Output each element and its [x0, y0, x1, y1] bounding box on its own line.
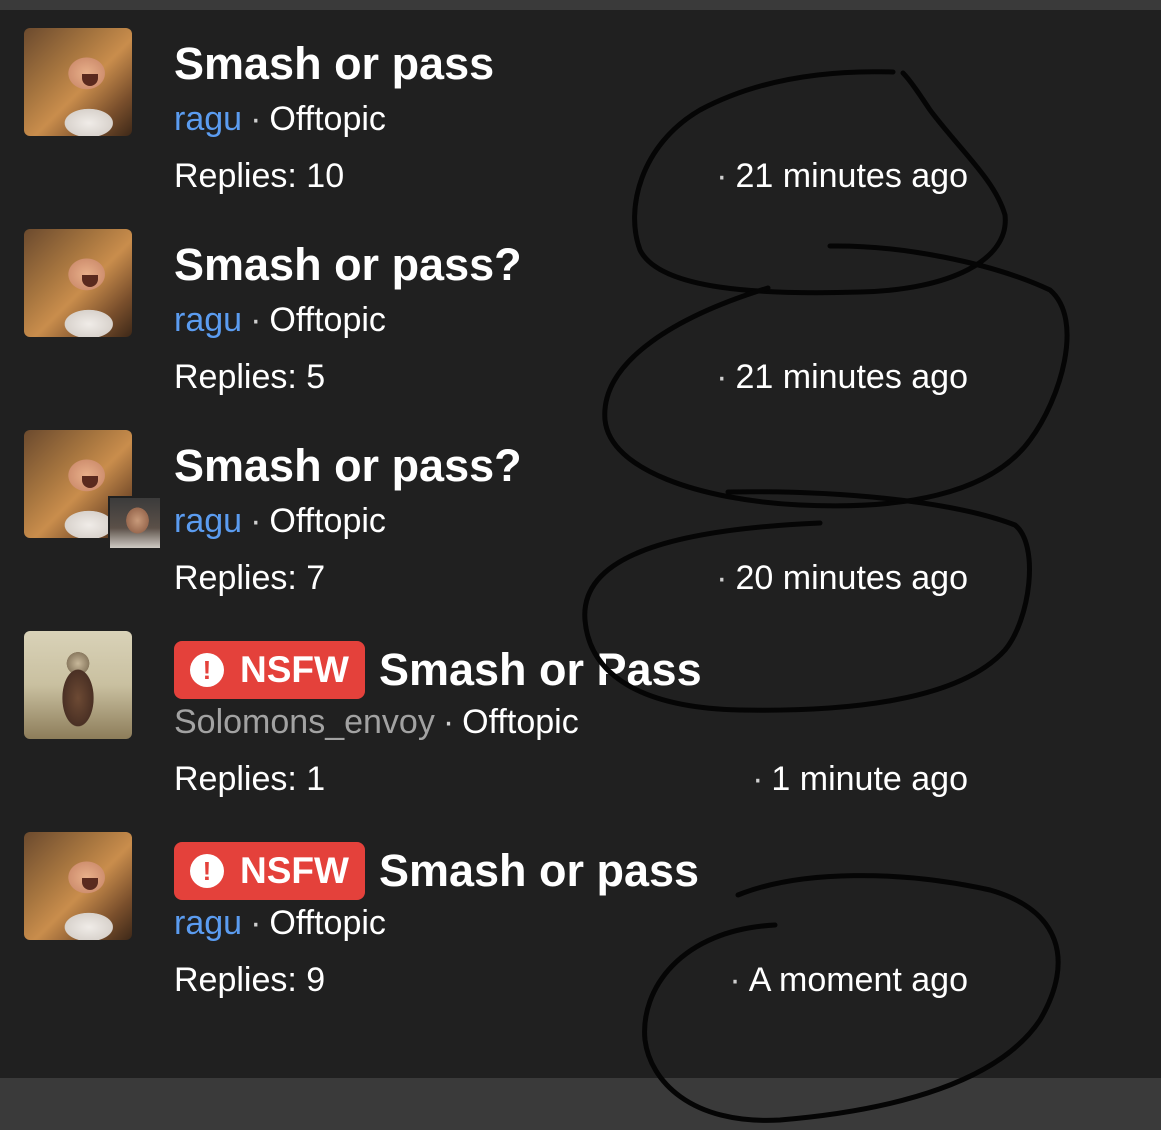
timestamp: · A moment ago — [729, 959, 968, 1001]
thread-title[interactable]: Smash or Pass — [379, 644, 702, 696]
replies-count: Replies: 7 — [174, 559, 326, 597]
avatar[interactable] — [24, 832, 132, 940]
thread-list-screen: Smash or pass ragu · Offtopic Replies: 10 … — [0, 0, 1161, 1130]
author-link[interactable]: ragu — [174, 100, 242, 138]
thread-item[interactable]: ! NSFW Smash or pass ragu · Offtopic Replie… — [0, 804, 1161, 1004]
thread-title-row[interactable]: Smash or pass? — [174, 239, 522, 291]
avatar[interactable] — [24, 28, 132, 136]
thread-meta: ragu · Offtopic — [174, 299, 386, 341]
time-text: 21 minutes ago — [735, 157, 969, 195]
time-separator: · — [752, 760, 764, 798]
time-separator: · — [729, 961, 741, 999]
nsfw-label: NSFW — [240, 649, 349, 690]
thread-title[interactable]: Smash or pass — [379, 845, 699, 897]
participant-avatar[interactable] — [108, 496, 162, 550]
category-link[interactable]: Offtopic — [269, 100, 386, 138]
timestamp: · 21 minutes ago — [716, 356, 968, 398]
thread-title[interactable]: Smash or pass — [174, 38, 494, 90]
nsfw-label: NSFW — [240, 850, 349, 891]
thread-title-row[interactable]: Smash or pass? — [174, 440, 522, 492]
meta-separator: · — [250, 301, 262, 339]
avatar[interactable] — [24, 229, 132, 337]
author-link[interactable]: ragu — [174, 904, 242, 942]
exclamation-icon: ! — [190, 653, 224, 687]
time-text: 20 minutes ago — [735, 559, 969, 597]
timestamp: · 20 minutes ago — [716, 557, 968, 599]
thread-meta: Solomons_envoy · Offtopic — [174, 701, 579, 743]
thread-meta: ragu · Offtopic — [174, 902, 386, 944]
avatar[interactable] — [24, 631, 132, 739]
replies-count: Replies: 1 — [174, 760, 326, 798]
time-separator: · — [716, 559, 728, 597]
category-link[interactable]: Offtopic — [269, 301, 386, 339]
author-link[interactable]: ragu — [174, 301, 242, 339]
thread-title[interactable]: Smash or pass? — [174, 239, 522, 291]
thread-title-row[interactable]: ! NSFW Smash or pass — [174, 842, 699, 900]
meta-separator: · — [250, 100, 262, 138]
thread-item[interactable]: Smash or pass ragu · Offtopic Replies: 10 … — [0, 0, 1161, 200]
time-text: 21 minutes ago — [735, 358, 969, 396]
time-separator: · — [716, 358, 728, 396]
time-separator: · — [716, 157, 728, 195]
thread-item[interactable]: Smash or pass? ragu · Offtopic Replies: 5 … — [0, 201, 1161, 401]
meta-separator: · — [442, 703, 455, 741]
replies-count: Replies: 10 — [174, 157, 345, 195]
thread-title-row[interactable]: Smash or pass — [174, 38, 494, 90]
thread-meta: ragu · Offtopic — [174, 500, 386, 542]
thread-title-row[interactable]: ! NSFW Smash or Pass — [174, 641, 702, 699]
nsfw-badge: ! NSFW — [174, 842, 365, 900]
thread-title[interactable]: Smash or pass? — [174, 440, 522, 492]
category-link[interactable]: Offtopic — [269, 502, 386, 540]
replies-count: Replies: 9 — [174, 961, 326, 999]
thread-item[interactable]: ! NSFW Smash or Pass Solomons_envoy · Offto… — [0, 603, 1161, 803]
meta-separator: · — [250, 904, 262, 942]
author-link[interactable]: ragu — [174, 502, 242, 540]
thread-item[interactable]: Smash or pass? ragu · Offtopic Replies: 7 … — [0, 402, 1161, 602]
category-link[interactable]: Offtopic — [269, 904, 386, 942]
timestamp: · 1 minute ago — [752, 758, 968, 800]
timestamp: · 21 minutes ago — [716, 155, 968, 197]
nsfw-badge: ! NSFW — [174, 641, 365, 699]
replies-count: Replies: 5 — [174, 358, 326, 396]
time-text: 1 minute ago — [771, 760, 968, 798]
exclamation-icon: ! — [190, 854, 224, 888]
bottom-section — [0, 1078, 1161, 1130]
category-link[interactable]: Offtopic — [462, 703, 579, 741]
author-link[interactable]: Solomons_envoy — [174, 703, 435, 741]
time-text: A moment ago — [748, 961, 968, 999]
thread-meta: ragu · Offtopic — [174, 98, 386, 140]
meta-separator: · — [250, 502, 262, 540]
